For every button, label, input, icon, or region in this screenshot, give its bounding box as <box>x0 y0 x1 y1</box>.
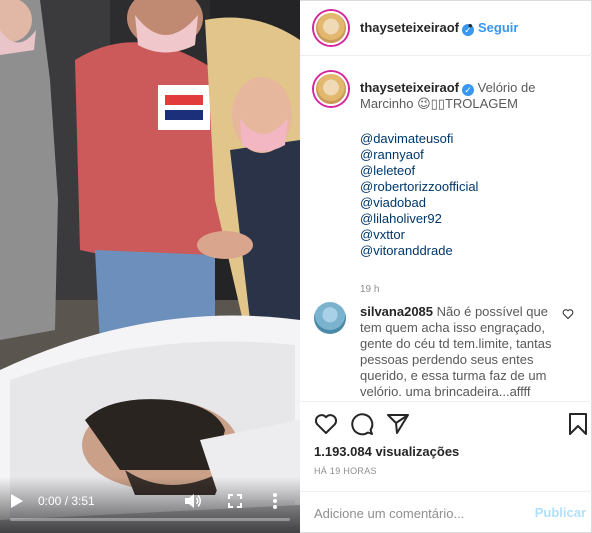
header-separator: • <box>468 18 473 33</box>
header-username[interactable]: thayseteixeiraof ✓ <box>360 20 474 36</box>
post-actions: 1.193.084 visualizações HÁ 19 HORAS <box>300 401 592 491</box>
volume-icon[interactable] <box>184 493 202 509</box>
comment-input[interactable] <box>314 502 524 524</box>
bookmark-icon[interactable] <box>566 412 590 436</box>
mention-link[interactable]: @vitoranddrade <box>360 243 580 259</box>
fullscreen-icon[interactable] <box>228 494 242 508</box>
mention-link[interactable]: @lilaholiver92 <box>360 211 580 227</box>
video-time: 0:00 / 3:51 <box>38 494 95 508</box>
caption-username[interactable]: thayseteixeiraof <box>360 80 459 95</box>
follow-button[interactable]: Seguir <box>478 20 518 35</box>
verified-badge-icon: ✓ <box>462 84 474 96</box>
heart-icon[interactable] <box>314 412 338 436</box>
mention-link[interactable]: @leleteof <box>360 163 580 179</box>
video-controls: 0:00 / 3:51 <box>0 477 300 533</box>
view-count: 1.193.084 visualizações <box>314 444 460 459</box>
comment-username[interactable]: silvana2085 <box>360 304 433 319</box>
comments-section[interactable]: thayseteixeiraof ✓ Velório de Marcinho 😉▯… <box>300 56 592 401</box>
video-frame-image <box>0 0 300 533</box>
comment-icon[interactable] <box>350 412 374 436</box>
commenter-avatar[interactable] <box>314 302 346 334</box>
comment-text: silvana2085 Não é possível que tem quem … <box>360 304 560 400</box>
avatar[interactable] <box>314 11 348 45</box>
play-icon[interactable] <box>10 493 24 509</box>
caption-text: thayseteixeiraof ✓ Velório de Marcinho 😉▯… <box>360 80 580 112</box>
header-username-text[interactable]: thayseteixeiraof <box>360 20 459 35</box>
post-age[interactable]: HÁ 19 HORAS <box>314 466 377 476</box>
post-details-panel: thayseteixeiraof ✓ • Seguir thayseteixeir… <box>300 0 592 533</box>
more-options-icon[interactable] <box>272 492 278 510</box>
mention-link[interactable]: @robertorizzoofficial <box>360 179 580 195</box>
mention-link[interactable]: @rannyaof <box>360 147 580 163</box>
video-player[interactable]: 0:00 / 3:51 <box>0 0 300 533</box>
add-comment-bar: Publicar <box>300 491 592 533</box>
post-header: thayseteixeiraof ✓ • Seguir <box>300 0 592 56</box>
caption-avatar[interactable] <box>314 72 348 106</box>
share-icon[interactable] <box>386 412 410 436</box>
video-progress-bar[interactable] <box>10 518 290 521</box>
caption-timestamp[interactable]: 19 h <box>360 284 379 295</box>
mention-link[interactable]: @vxttor <box>360 227 580 243</box>
mention-link[interactable]: @viadobad <box>360 195 580 211</box>
mention-link[interactable]: @davimateusofi <box>360 131 580 147</box>
publish-button[interactable]: Publicar <box>535 505 586 520</box>
caption-mentions: @davimateusofi @rannyaof @leleteof @robe… <box>360 131 580 259</box>
like-comment-heart-icon[interactable] <box>562 308 574 320</box>
